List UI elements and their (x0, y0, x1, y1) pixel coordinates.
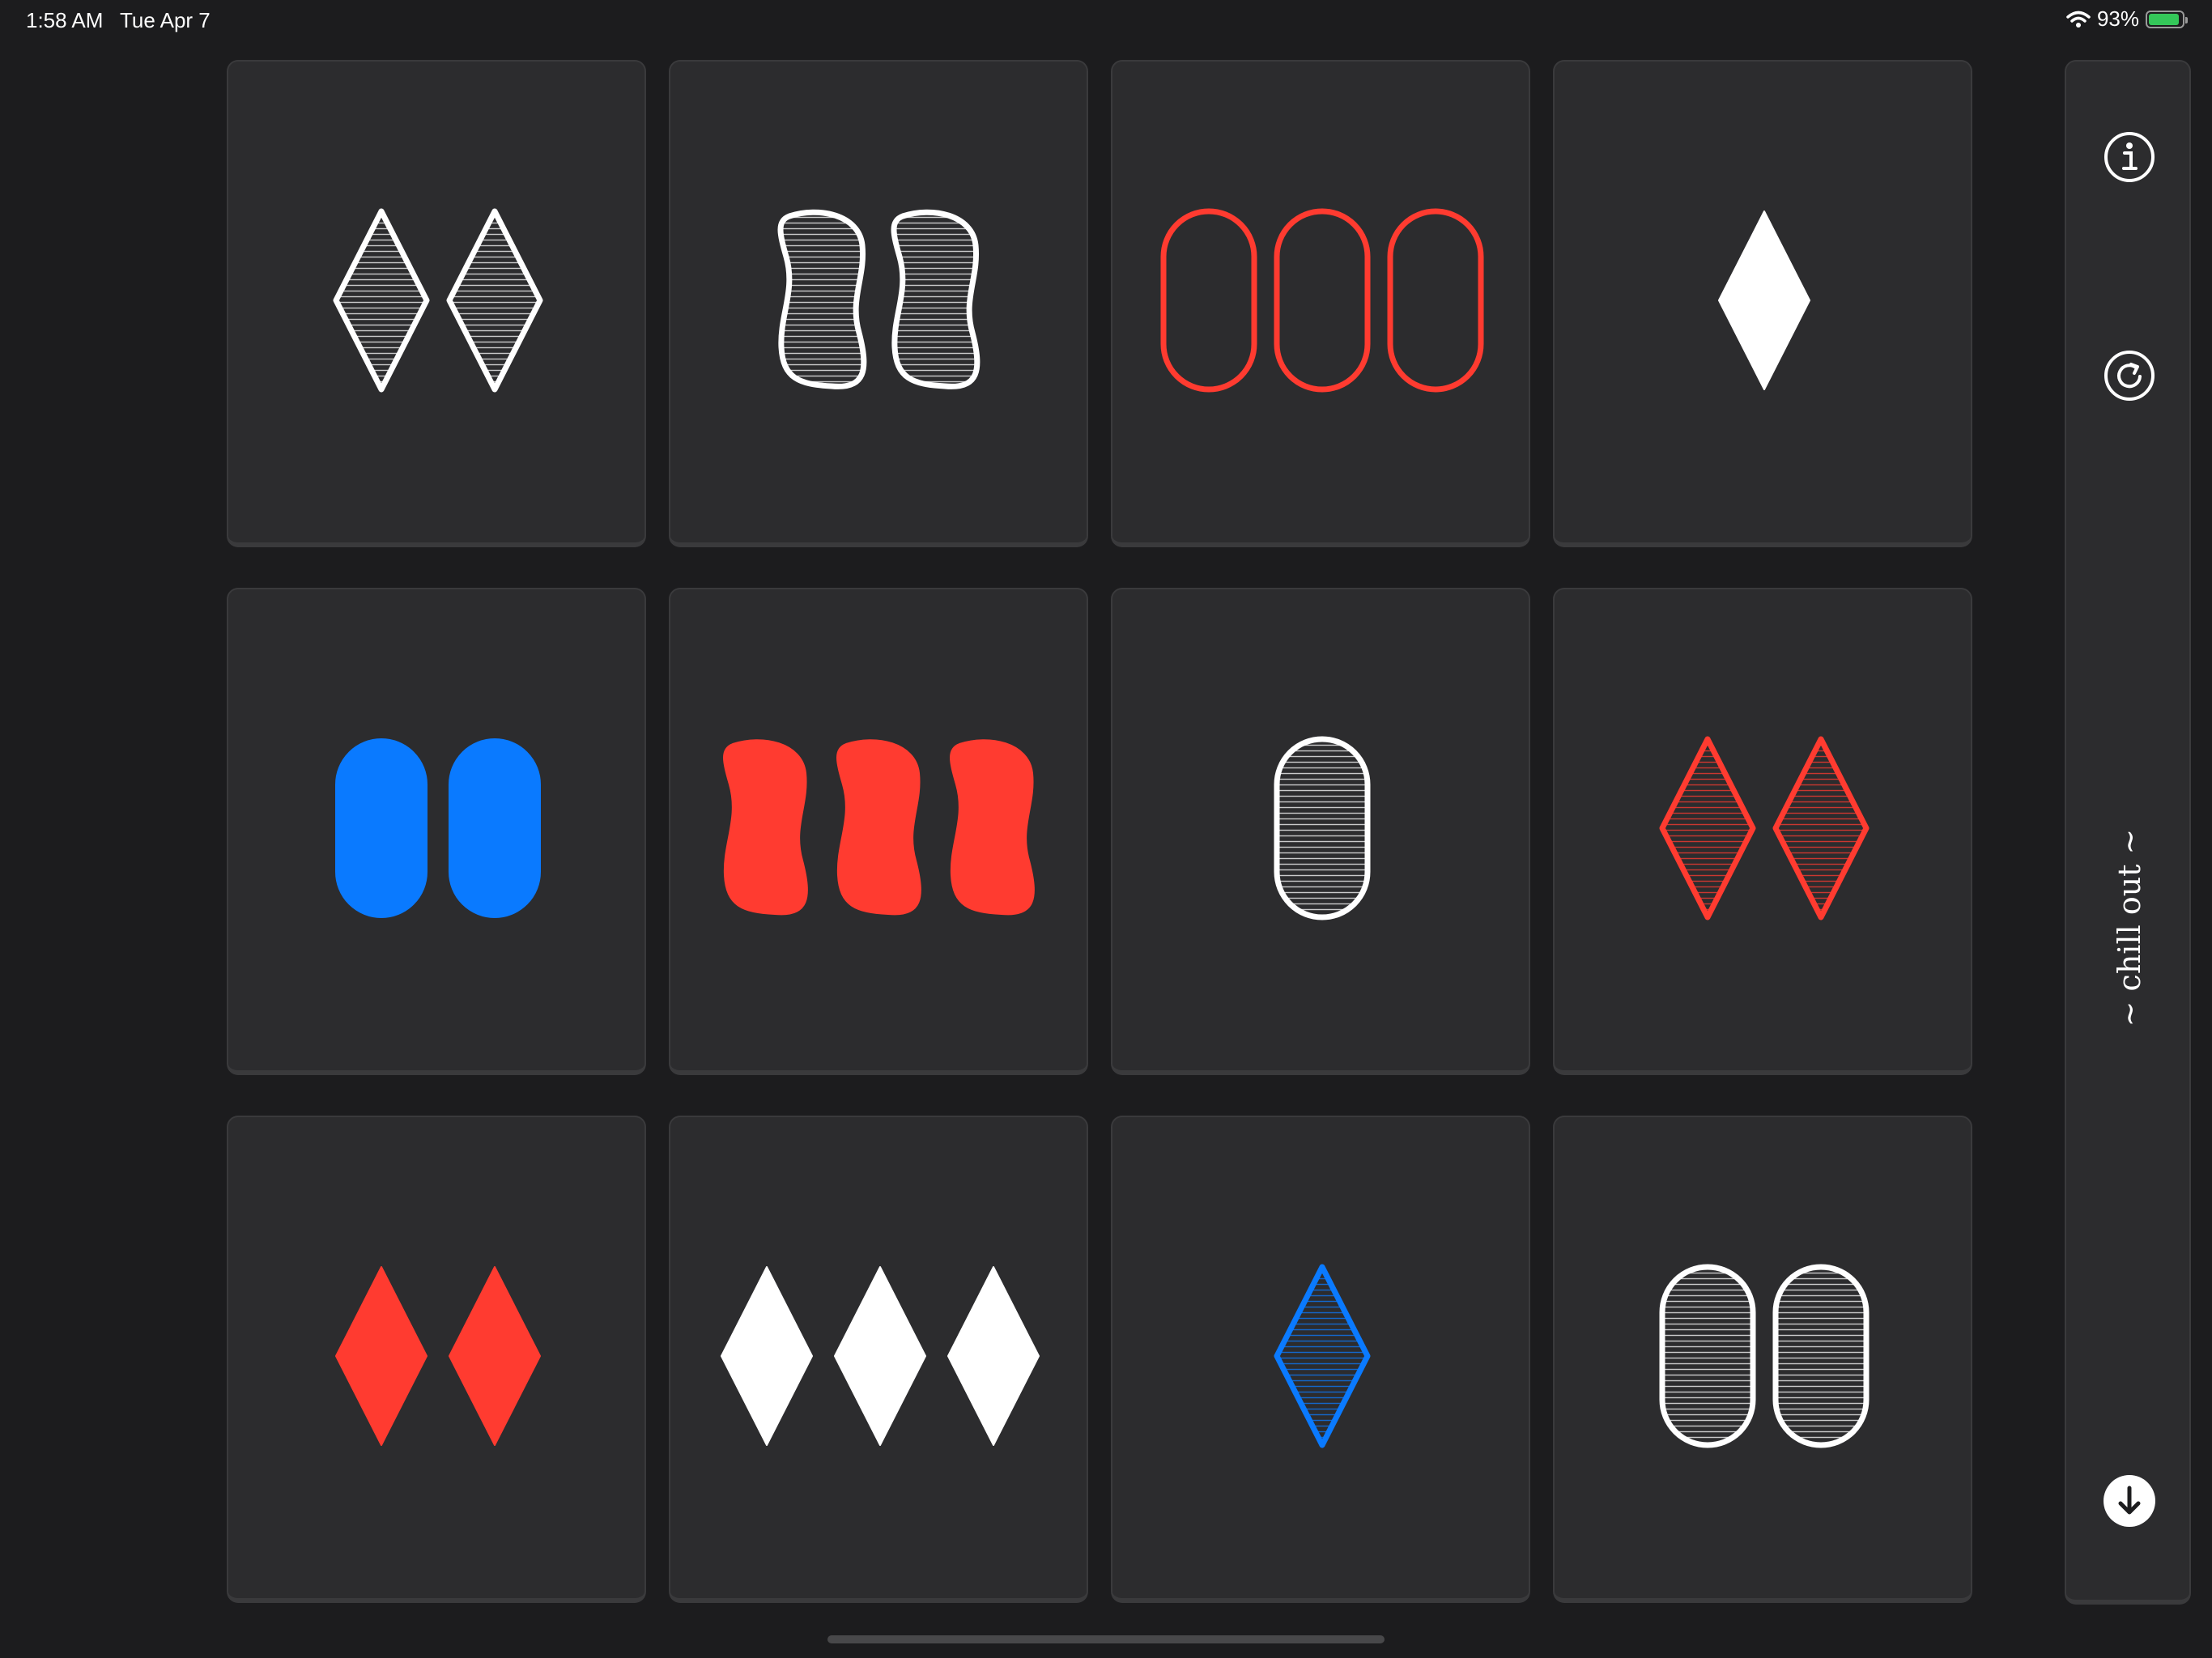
oval-symbols-icon (1160, 208, 1484, 393)
diamond-symbol (721, 1266, 813, 1446)
diamond-symbols-icon (333, 208, 543, 393)
oval-symbol (1387, 208, 1484, 393)
card-grid (227, 60, 1976, 1605)
diamond-symbol (1274, 1264, 1371, 1448)
status-bar: 1:58 AM Tue Apr 7 93% (0, 0, 2212, 39)
diamond-symbol (1659, 736, 1756, 920)
oval-symbol (1274, 208, 1371, 393)
card[interactable] (227, 588, 646, 1075)
card[interactable] (227, 1116, 646, 1603)
home-indicator (827, 1635, 1385, 1643)
oval-symbol (1274, 736, 1371, 920)
info-icon[interactable] (2104, 131, 2155, 183)
diamond-symbol (1718, 210, 1810, 390)
diamond-symbol (446, 208, 543, 393)
mode-label: ~ chill out ~ (2112, 828, 2147, 1027)
battery-percent: 93% (2096, 6, 2139, 31)
diamond-symbols-icon (721, 1266, 1040, 1446)
squiggle-symbols-icon (723, 739, 1035, 916)
card[interactable] (1111, 1116, 1530, 1603)
squiggle-symbol (836, 739, 921, 916)
oval-symbol (1160, 208, 1257, 393)
card[interactable] (1553, 1116, 1972, 1603)
side-panel: ~ chill out ~ (2065, 60, 2191, 1605)
arrow-down-circle-icon[interactable] (2104, 1475, 2155, 1527)
oval-symbol (1772, 1264, 1870, 1448)
squiggle-symbol (950, 739, 1035, 916)
squiggle-symbols-icon (777, 209, 981, 389)
diamond-symbol (947, 1266, 1040, 1446)
card[interactable] (1553, 588, 1972, 1075)
wifi-icon (2066, 11, 2091, 28)
diamond-symbol (449, 1266, 541, 1446)
status-date: Tue Apr 7 (120, 8, 211, 32)
diamond-symbol (335, 1266, 428, 1446)
card[interactable] (1553, 60, 1972, 547)
oval-symbols-icon (1274, 736, 1371, 920)
oval-symbols-icon (335, 738, 541, 918)
oval-symbols-icon (1659, 1264, 1870, 1448)
status-time: 1:58 AM (26, 8, 104, 32)
squiggle-symbol (723, 739, 808, 916)
status-indicators: 93% (2066, 6, 2188, 32)
squiggle-symbol (891, 209, 981, 389)
refresh-icon[interactable] (2104, 350, 2155, 402)
card[interactable] (669, 1116, 1088, 1603)
card[interactable] (669, 588, 1088, 1075)
card[interactable] (1111, 588, 1530, 1075)
diamond-symbols-icon (1274, 1264, 1371, 1448)
diamond-symbol (1772, 736, 1870, 920)
oval-symbol (1659, 1264, 1756, 1448)
squiggle-symbol (777, 209, 867, 389)
diamond-symbol (333, 208, 430, 393)
oval-symbol (449, 738, 541, 918)
diamond-symbols-icon (1718, 210, 1810, 390)
diamond-symbols-icon (335, 1266, 541, 1446)
card[interactable] (669, 60, 1088, 547)
battery-charging-icon (2146, 10, 2188, 28)
oval-symbol (335, 738, 428, 918)
card[interactable] (227, 60, 646, 547)
diamond-symbol (834, 1266, 926, 1446)
diamond-symbols-icon (1659, 736, 1870, 920)
card[interactable] (1111, 60, 1530, 547)
